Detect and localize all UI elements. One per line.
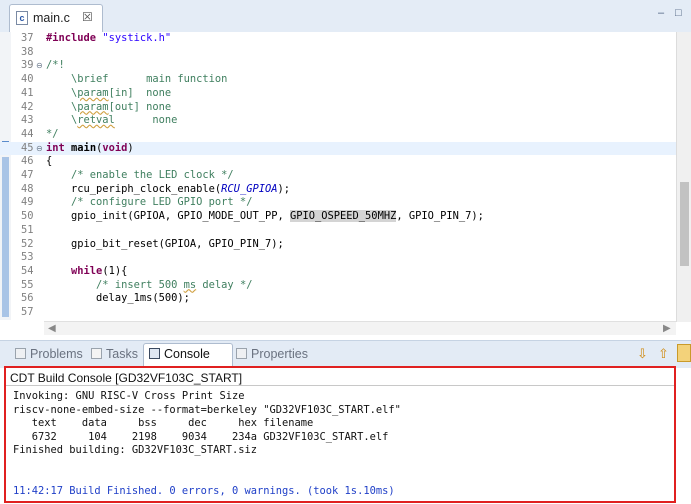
code-text: /* configure LED GPIO port */	[71, 196, 253, 209]
line-number: 39	[21, 59, 34, 72]
code-text: /* insert 500 ms delay */	[96, 278, 253, 291]
pin-console-icon[interactable]	[677, 344, 691, 362]
line-number: 48	[21, 182, 34, 195]
scroll-left-icon[interactable]: ◀	[48, 322, 56, 335]
code-line[interactable]: 37 #include "systick.h"	[0, 32, 676, 46]
highlight-box	[4, 366, 676, 503]
editor-vertical-scrollbar[interactable]	[676, 32, 691, 322]
code-text: gpio_bit_reset(GPIOA, GPIO_PIN_7);	[46, 237, 284, 250]
code-text: gpio_init(GPIOA, GPIO_MODE_OUT_PP, GPIO_…	[46, 210, 484, 223]
code-line[interactable]: 45 ⊖ int main(void)	[0, 141, 676, 156]
code-text: /*!	[46, 59, 65, 72]
code-text: */	[46, 127, 59, 140]
properties-icon	[236, 348, 247, 359]
code-line[interactable]: 57	[0, 306, 676, 320]
line-number: 41	[21, 86, 34, 99]
code-line[interactable]: 41 \param[in] none	[0, 87, 676, 101]
scroll-right-icon[interactable]: ▶	[663, 322, 671, 335]
line-number: 40	[21, 73, 34, 86]
code-line[interactable]: 46 {	[0, 155, 676, 169]
line-number: 50	[21, 210, 34, 223]
code-line[interactable]: 51	[0, 224, 676, 238]
tab-tasks-label: Tasks	[106, 347, 138, 361]
minimize-icon[interactable]: –	[658, 7, 664, 19]
line-number: 52	[21, 237, 34, 250]
line-number: 51	[21, 223, 34, 236]
editor-tab-label: main.c	[33, 11, 70, 25]
tab-properties-label: Properties	[251, 347, 308, 361]
console-icon	[149, 348, 160, 359]
line-number: 38	[21, 45, 34, 58]
code-line[interactable]: 54 while(1){	[0, 265, 676, 279]
code-line[interactable]: 56 delay_1ms(500);	[0, 292, 676, 306]
code-text: {	[46, 155, 53, 168]
code-text: while(1){	[71, 264, 128, 277]
code-line[interactable]: 50 gpio_init(GPIOA, GPIO_MODE_OUT_PP, GP…	[0, 210, 676, 224]
code-line[interactable]: 55 /* insert 500 ms delay */	[0, 279, 676, 293]
scrollbar-thumb[interactable]	[680, 182, 689, 266]
scroll-down-arrow-icon[interactable]: ⇩	[637, 346, 648, 361]
code-line[interactable]: 52 gpio_bit_reset(GPIOA, GPIO_PIN_7);	[0, 238, 676, 252]
code-line[interactable]: 43 \retval none	[0, 114, 676, 128]
code-text: \param[in] none	[46, 86, 172, 99]
line-number: 47	[21, 169, 34, 181]
line-number: 49	[21, 196, 34, 209]
tab-problems-label: Problems	[30, 347, 83, 361]
tab-console-label: Console	[164, 347, 210, 361]
code-line[interactable]: 48 rcu_periph_clock_enable(RCU_GPIOA);	[0, 183, 676, 197]
editor-tab-bar: c main.c ☒ – □	[0, 0, 691, 32]
line-number: 56	[21, 292, 34, 305]
code-line[interactable]: 47 /* enable the LED clock */	[0, 169, 676, 183]
editor-tab-main-c[interactable]: c main.c ☒	[9, 4, 103, 32]
code-text: \param[out] none	[46, 100, 172, 113]
line-number: 55	[21, 278, 34, 291]
line-number: 43	[21, 114, 34, 127]
tab-problems[interactable]: Problems	[15, 347, 83, 361]
editor-horizontal-scrollbar[interactable]: ◀ ▶	[44, 321, 676, 335]
code-text: #include "systick.h"	[46, 32, 172, 44]
code-line[interactable]: 39 ⊖/*!	[0, 59, 676, 73]
code-line[interactable]: 53	[0, 251, 676, 265]
tasks-icon	[91, 348, 102, 359]
code-text: rcu_periph_clock_enable(RCU_GPIOA);	[46, 182, 290, 195]
code-text: /* enable the LED clock */	[71, 169, 234, 181]
bottom-view-tabs: Problems Tasks Console Properties ⇩ ⇧	[0, 340, 691, 368]
code-line[interactable]: 40 \brief main function	[0, 73, 676, 87]
c-source-file-icon: c	[16, 11, 28, 25]
problems-icon	[15, 348, 26, 359]
line-number: 42	[21, 100, 34, 113]
tab-tasks[interactable]: Tasks	[91, 347, 138, 361]
scroll-up-arrow-icon[interactable]: ⇧	[658, 346, 669, 361]
tab-console[interactable]: Console	[149, 347, 210, 361]
code-text: delay_1ms(500);	[46, 292, 190, 305]
maximize-icon[interactable]: □	[675, 7, 682, 19]
line-number: 54	[21, 264, 34, 277]
code-line[interactable]: 42 \param[out] none	[0, 101, 676, 115]
line-number: 57	[21, 306, 34, 318]
code-editor[interactable]: 37 #include "systick.h" 38 39 ⊖/*! 40 \brief …	[0, 32, 676, 322]
code-line[interactable]: 38	[0, 46, 676, 60]
code-line[interactable]: 49 /* configure LED GPIO port */	[0, 196, 676, 210]
line-number: 53	[21, 251, 34, 264]
line-number: 45	[21, 141, 34, 154]
code-text: \retval none	[46, 114, 178, 127]
tab-properties[interactable]: Properties	[236, 347, 308, 361]
code-line[interactable]: 44 */	[0, 128, 676, 142]
code-text: int main(void)	[46, 141, 134, 154]
line-number: 37	[21, 32, 34, 44]
fold-toggle-icon[interactable]: ⊖	[36, 142, 43, 156]
close-tab-icon[interactable]: ☒	[82, 10, 93, 24]
fold-toggle-icon[interactable]: ⊖	[36, 59, 43, 73]
line-number: 46	[21, 155, 34, 168]
code-text: \brief main function	[46, 73, 228, 86]
line-number: 44	[21, 127, 34, 140]
